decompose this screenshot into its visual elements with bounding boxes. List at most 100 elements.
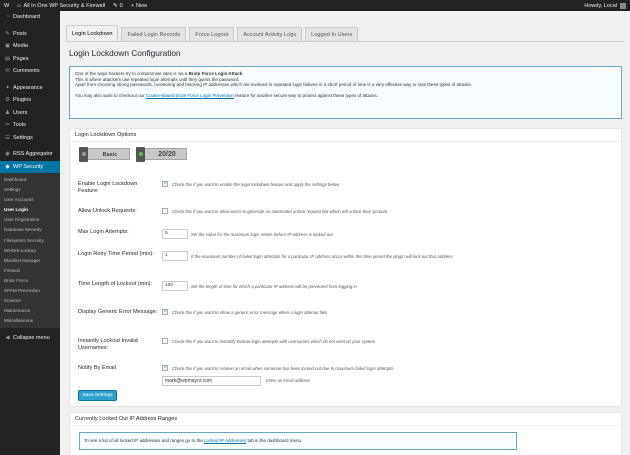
locked-ip-note: To see a list of all locked IP addresses… <box>79 432 517 450</box>
sidebar-item-plugins[interactable]: ⚙ Plugins <box>0 94 60 107</box>
tab-bar: Login Lockdown Failed Login Records Force … <box>66 25 361 41</box>
field-label: Display Generic Error Message: <box>78 309 158 315</box>
submenu-item-dashboard[interactable]: Dashboard <box>0 175 60 185</box>
email-address-input[interactable]: mark@wpmayor.com <box>162 376 261 386</box>
submenu-item-filesystem-security[interactable]: Filesystem Security <box>0 236 60 246</box>
pages-icon: ▤ <box>4 55 11 62</box>
comments-count: 0 <box>119 2 123 9</box>
submenu-item-miscellaneous[interactable]: Miscellaneous <box>0 316 60 326</box>
locked-ip-addresses-link[interactable]: Locked IP Addresses <box>204 438 246 443</box>
submenu-item-database-security[interactable]: Database Security <box>0 225 60 235</box>
shield-icon: ◆ <box>5 163 10 170</box>
max-login-attempts-input[interactable]: 5 <box>162 229 188 239</box>
time-length-of-lockout-min-input[interactable]: 120 <box>162 281 188 291</box>
security-level-badge: Basic <box>79 147 130 162</box>
site-name-link[interactable]: ⌂ All In One WP Security & Firewall <box>13 0 109 11</box>
sidebar-item-label: Tools <box>13 122 26 129</box>
collapse-menu-button[interactable]: ◀ Collapse menu <box>0 331 60 344</box>
sidebar-item-appearance[interactable]: ✦ Appearance <box>0 82 60 95</box>
comment-icon: ✎ <box>113 2 118 9</box>
submenu-item-user-login[interactable]: User Login <box>0 205 60 215</box>
sidebar-item-label: RSS Aggregator <box>13 151 53 158</box>
submenu-item-spam-prevention[interactable]: SPAM Prevention <box>0 286 60 296</box>
submenu-item-user-registration[interactable]: User Registration <box>0 215 60 225</box>
field-help-text: Check this if you want to receive an ema… <box>172 365 394 371</box>
comments-link[interactable]: ✎ 0 <box>109 0 127 11</box>
lockdown-options-box: Login Lockdown Options Basic 20/20 Enabl… <box>69 128 622 407</box>
sidebar-item-label: WP Security <box>13 163 44 170</box>
submenu-item-maintenance[interactable]: Maintenance <box>0 306 60 316</box>
avatar <box>620 2 626 9</box>
field-label: Enable Login Lockdown Feature: <box>78 181 138 194</box>
wp-security-submenu: Dashboard Settings User Accounts User Login… <box>0 173 60 329</box>
submenu-item-settings[interactable]: Settings <box>0 185 60 195</box>
tab-divider <box>66 41 624 42</box>
sidebar-item-label: Comments <box>13 68 40 75</box>
field-label: Allow Unlock Requests: <box>78 208 137 214</box>
field-help-text: Check this if you want to instantly lock… <box>172 338 376 344</box>
pin-icon: ✎ <box>5 30 10 37</box>
tab-account-activity-logs[interactable]: Account Activity Logs <box>237 27 303 41</box>
login-retry-time-period-min-input[interactable]: 1 <box>162 251 188 261</box>
settings-icon: ☰ <box>5 134 10 141</box>
rss-icon: ◉ <box>5 151 10 158</box>
sidebar-item-label: Plugins <box>13 97 32 104</box>
media-icon: ▣ <box>4 43 11 50</box>
cookie-brute-force-link[interactable]: Cookie-Based Brute Force Login Preventio… <box>146 93 234 98</box>
sidebar-item-dashboard[interactable]: ◔ Dashboard <box>0 11 60 24</box>
allow-unlock-requests-checkbox[interactable] <box>162 208 168 214</box>
info-line-3: Apart from choosing strong passwords, mo… <box>75 82 473 88</box>
sidebar-item-settings[interactable]: ☰ Settings <box>0 132 60 145</box>
sidebar-item-label: Media <box>13 43 28 50</box>
sidebar-item-comments[interactable]: ✉ Comments <box>0 65 60 78</box>
notify-by-email-checkbox[interactable] <box>162 364 168 371</box>
sidebar-item-rss-aggregator[interactable]: ◉ RSS Aggregator <box>0 148 60 161</box>
field-label: Notify By Email <box>78 365 116 371</box>
sidebar-item-tools[interactable]: ✂ Tools <box>0 119 60 132</box>
sidebar-item-label: Pages <box>13 55 29 62</box>
locked-ip-box: Currently Locked Out IP Address Ranges T… <box>69 412 622 455</box>
admin-bar: W ⌂ All In One WP Security & Firewall ✎ … <box>0 0 630 11</box>
display-generic-error-message-checkbox[interactable] <box>162 308 168 315</box>
submenu-item-brute-force[interactable]: Brute Force <box>0 276 60 286</box>
howdy-label: Howdy, Local <box>584 2 617 9</box>
field-label: Login Retry Time Period (min): <box>78 251 154 257</box>
sidebar-item-pages[interactable]: ▤ Pages <box>0 53 60 66</box>
submenu-item-scanner[interactable]: Scanner <box>0 296 60 306</box>
sidebar-item-label: Dashboard <box>13 14 40 21</box>
sidebar-item-users[interactable]: ♟ Users <box>0 107 60 120</box>
security-points-badge: 20/20 <box>136 147 187 162</box>
admin-sidebar: ◔ Dashboard ✎ Posts ▣ Media ▤ Pages ✉ Comments ✦ Ap… <box>0 11 60 455</box>
my-account-link[interactable]: Howdy, Local <box>580 0 630 11</box>
sidebar-item-media[interactable]: ▣ Media <box>0 40 60 53</box>
sidebar-item-label: Posts <box>13 30 27 37</box>
submenu-item-whois-lookup[interactable]: WHOIS Lookup <box>0 246 60 256</box>
field-help-text: If the maximum number of failed login at… <box>191 253 453 259</box>
save-settings-button[interactable]: Save Settings <box>78 390 117 401</box>
field-help-text: Set the value for the maximum login retr… <box>191 231 333 237</box>
wordpress-logo-icon[interactable]: W <box>0 0 13 11</box>
comments-icon: ✉ <box>5 68 10 75</box>
tab-failed-login-records[interactable]: Failed Login Records <box>121 27 187 41</box>
field-label: Time Length of Lockout (min): <box>78 281 153 287</box>
new-content-link[interactable]: + New <box>127 0 151 11</box>
email-hint-text: Enter an email address <box>266 378 311 383</box>
tab-login-lockdown[interactable]: Login Lockdown <box>66 25 119 41</box>
enable-login-lockdown-feature-checkbox[interactable] <box>162 180 168 187</box>
submenu-item-firewall[interactable]: Firewall <box>0 266 60 276</box>
sidebar-item-label: Settings <box>13 134 33 141</box>
tab-force-logout[interactable]: Force Logout <box>189 27 235 41</box>
tab-logged-in-users[interactable]: Logged In Users <box>305 27 359 41</box>
instantly-lockout-invalid-usernames-checkbox[interactable] <box>162 338 168 344</box>
badge-pin-icon <box>79 147 88 162</box>
home-icon: ⌂ <box>17 2 21 9</box>
submenu-item-blacklist-manager[interactable]: Blacklist Manager <box>0 256 60 266</box>
plus-icon: + <box>130 2 134 9</box>
sidebar-item-posts[interactable]: ✎ Posts <box>0 28 60 41</box>
dashboard-icon: ◔ <box>5 14 10 21</box>
submenu-item-user-accounts[interactable]: User Accounts <box>0 195 60 205</box>
locked-ip-title: Currently Locked Out IP Address Ranges <box>70 413 621 426</box>
field-label: Max Login Attempts: <box>78 229 129 235</box>
info-line-4: You may also want to checkout our Cookie… <box>75 92 379 98</box>
sidebar-item-wp-security[interactable]: ◆ WP Security <box>0 160 60 173</box>
